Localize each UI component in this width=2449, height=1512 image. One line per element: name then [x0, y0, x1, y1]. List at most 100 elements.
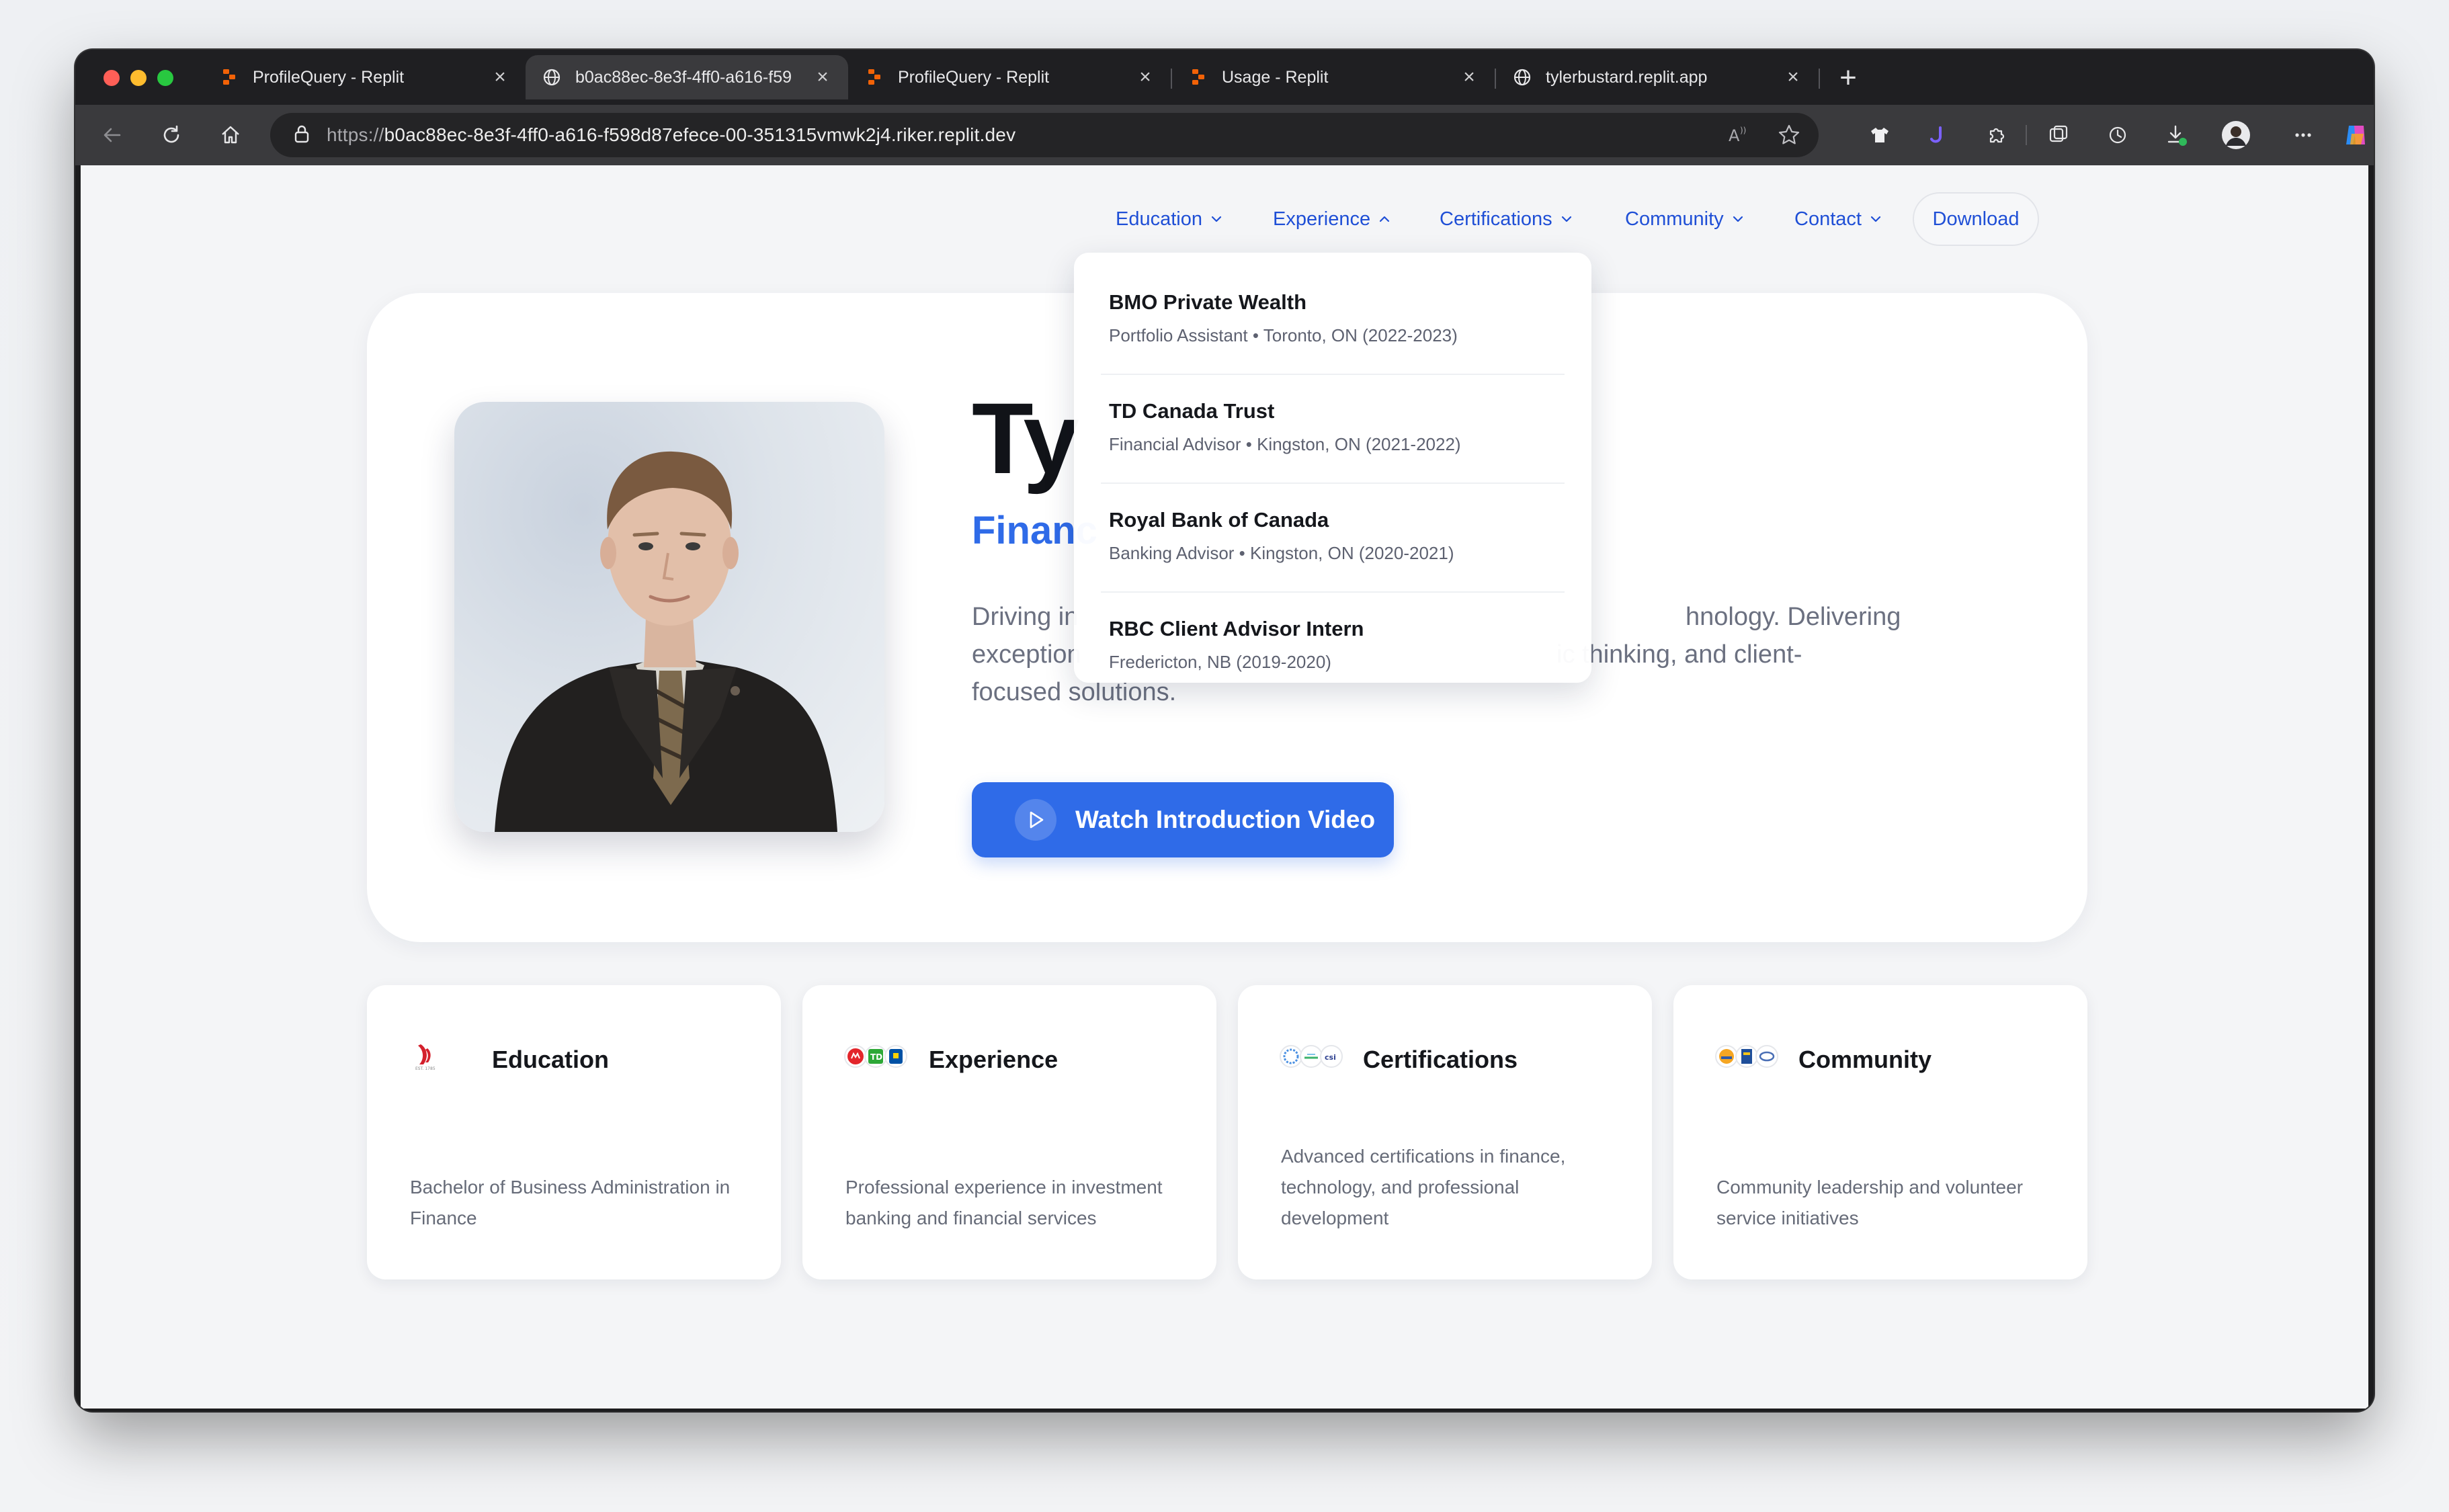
nav-certifications-label: Certifications	[1440, 208, 1552, 230]
university-logo-icon: EST. 1785	[409, 1039, 441, 1075]
minimize-window-button[interactable]	[130, 70, 147, 86]
card-description: Bachelor of Business Administration in F…	[410, 1177, 731, 1228]
watch-video-button[interactable]: Watch Introduction Video	[972, 782, 1394, 857]
chevron-down-icon	[1210, 215, 1222, 223]
card-description: Community leadership and volunteer servi…	[1716, 1177, 2024, 1228]
globe-icon	[542, 67, 562, 87]
extensions-puzzle-icon[interactable]	[1980, 118, 2014, 152]
reload-icon[interactable]	[155, 118, 188, 152]
nav-experience[interactable]: Experience	[1273, 199, 1390, 239]
profile-photo	[454, 402, 884, 832]
certification-logo-icon	[1280, 1045, 1302, 1068]
card-experience[interactable]: TD Experience Professional experience in…	[802, 985, 1216, 1279]
community-logo-icon	[1715, 1045, 1738, 1068]
dropdown-item-rbc-intern[interactable]: RBC Client Advisor Intern Fredericton, N…	[1109, 617, 1566, 673]
dropdown-divider	[1101, 482, 1565, 484]
dropdown-divider	[1101, 374, 1565, 375]
dropdown-item-rbc[interactable]: Royal Bank of Canada Banking Advisor • K…	[1109, 508, 1566, 564]
close-tab-icon[interactable]: ×	[1136, 66, 1155, 89]
url-protocol: https://	[327, 124, 384, 145]
svg-text:csi: csi	[1325, 1053, 1336, 1062]
chevron-down-icon	[1732, 215, 1744, 223]
tab-title: Usage - Replit	[1222, 67, 1329, 87]
card-title: Education	[492, 1046, 610, 1073]
tab-title: tylerbustard.replit.app	[1546, 67, 1708, 87]
replit-icon	[1188, 67, 1208, 87]
back-icon[interactable]	[95, 118, 129, 152]
browser-tab[interactable]: Usage - Replit ×	[1172, 55, 1495, 99]
home-icon[interactable]	[214, 118, 247, 152]
favorite-star-icon[interactable]	[1777, 123, 1801, 151]
dropdown-company: Royal Bank of Canada	[1109, 508, 1329, 532]
maximize-window-button[interactable]	[157, 70, 173, 86]
copilot-icon[interactable]	[2339, 118, 2372, 152]
more-options-icon[interactable]	[2286, 118, 2320, 152]
svg-text:EST. 1785: EST. 1785	[415, 1066, 435, 1071]
new-tab-button[interactable]: +	[1829, 59, 1867, 97]
browser-toolbar: https://b0ac88ec-8e3f-4ff0-a616-f598d87e…	[75, 105, 2374, 165]
svg-text:TD: TD	[870, 1052, 882, 1062]
download-button[interactable]: Download	[1913, 192, 2039, 246]
card-logos: TD	[844, 1040, 907, 1073]
downloads-icon[interactable]	[2160, 118, 2194, 152]
close-tab-icon[interactable]: ×	[491, 66, 509, 89]
td-logo-icon: TD	[864, 1045, 887, 1068]
card-logos	[1715, 1040, 1778, 1073]
dropdown-item-td[interactable]: TD Canada Trust Financial Advisor • King…	[1109, 399, 1566, 455]
dropdown-divider	[1101, 591, 1565, 593]
extension-j-icon[interactable]	[1921, 118, 1954, 152]
nav-contact[interactable]: Contact	[1794, 199, 1882, 239]
history-icon[interactable]	[2101, 118, 2134, 152]
dropdown-detail: Financial Advisor • Kingston, ON (2021-2…	[1109, 434, 1461, 454]
card-title: Experience	[929, 1046, 1059, 1073]
dropdown-detail: Portfolio Assistant • Toronto, ON (2022-…	[1109, 325, 1458, 345]
nav-experience-label: Experience	[1273, 208, 1371, 230]
nav-education-label: Education	[1116, 208, 1202, 230]
card-community[interactable]: Community Community leadership and volun…	[1673, 985, 2087, 1279]
nav-community-label: Community	[1625, 208, 1724, 230]
card-logos: csi	[1280, 1040, 1343, 1073]
watch-video-label: Watch Introduction Video	[1075, 806, 1376, 833]
card-certifications[interactable]: csi Certifications Advanced certificatio…	[1238, 985, 1652, 1279]
tab-title: b0ac88ec-8e3f-4ff0-a616-f59	[575, 67, 792, 87]
hero-description-line: exception	[972, 640, 1081, 669]
url-text[interactable]: https://b0ac88ec-8e3f-4ff0-a616-f598d87e…	[327, 124, 1015, 146]
site-nav: Education Experience Certifications Comm…	[81, 192, 2368, 246]
nav-education[interactable]: Education	[1116, 199, 1222, 239]
nav-certifications[interactable]: Certifications	[1440, 199, 1573, 239]
chevron-up-icon	[1378, 215, 1390, 223]
dropdown-company: BMO Private Wealth	[1109, 290, 1307, 314]
tab-title: ProfileQuery - Replit	[253, 67, 405, 87]
hero-description-line: Driving in	[972, 603, 1079, 631]
address-bar[interactable]: https://b0ac88ec-8e3f-4ff0-a616-f598d87e…	[270, 113, 1819, 157]
card-title: Community	[1798, 1046, 1932, 1073]
browser-tab[interactable]: ProfileQuery - Replit ×	[203, 55, 526, 99]
svg-text:A: A	[1729, 126, 1740, 145]
hero-name: Ty	[972, 382, 1079, 495]
close-tab-icon[interactable]: ×	[1784, 66, 1802, 89]
url-host: b0ac88ec-8e3f-4ff0-a616-f598d87efece-00-…	[384, 124, 1016, 145]
close-tab-icon[interactable]: ×	[1460, 66, 1479, 89]
read-aloud-icon[interactable]: A))	[1727, 124, 1751, 150]
tab-title: ProfileQuery - Replit	[898, 67, 1050, 87]
certification-logo-icon: csi	[1320, 1045, 1343, 1068]
browser-tab[interactable]: tylerbustard.replit.app ×	[1496, 55, 1819, 99]
card-education[interactable]: EST. 1785 Education Bachelor of Business…	[367, 985, 781, 1279]
close-tab-icon[interactable]: ×	[813, 66, 832, 89]
close-window-button[interactable]	[103, 70, 120, 86]
profile-avatar[interactable]	[2219, 118, 2253, 152]
dropdown-company: TD Canada Trust	[1109, 399, 1275, 423]
dropdown-item-bmo[interactable]: BMO Private Wealth Portfolio Assistant •…	[1109, 290, 1566, 346]
svg-text:)): ))	[1740, 126, 1746, 135]
hero-description-line: ic thinking, and client-	[1556, 640, 1802, 669]
nav-contact-label: Contact	[1794, 208, 1862, 230]
nav-community[interactable]: Community	[1625, 199, 1744, 239]
browser-tab[interactable]: ProfileQuery - Replit ×	[848, 55, 1171, 99]
community-logo-icon	[1735, 1045, 1758, 1068]
lock-icon[interactable]	[293, 124, 310, 147]
chevron-down-icon	[1561, 215, 1573, 223]
extension-shirt-icon[interactable]	[1863, 118, 1897, 152]
collections-icon[interactable]	[2042, 118, 2075, 152]
browser-tab-active[interactable]: b0ac88ec-8e3f-4ff0-a616-f59 ×	[526, 55, 848, 99]
toolbar-divider	[2026, 125, 2027, 145]
